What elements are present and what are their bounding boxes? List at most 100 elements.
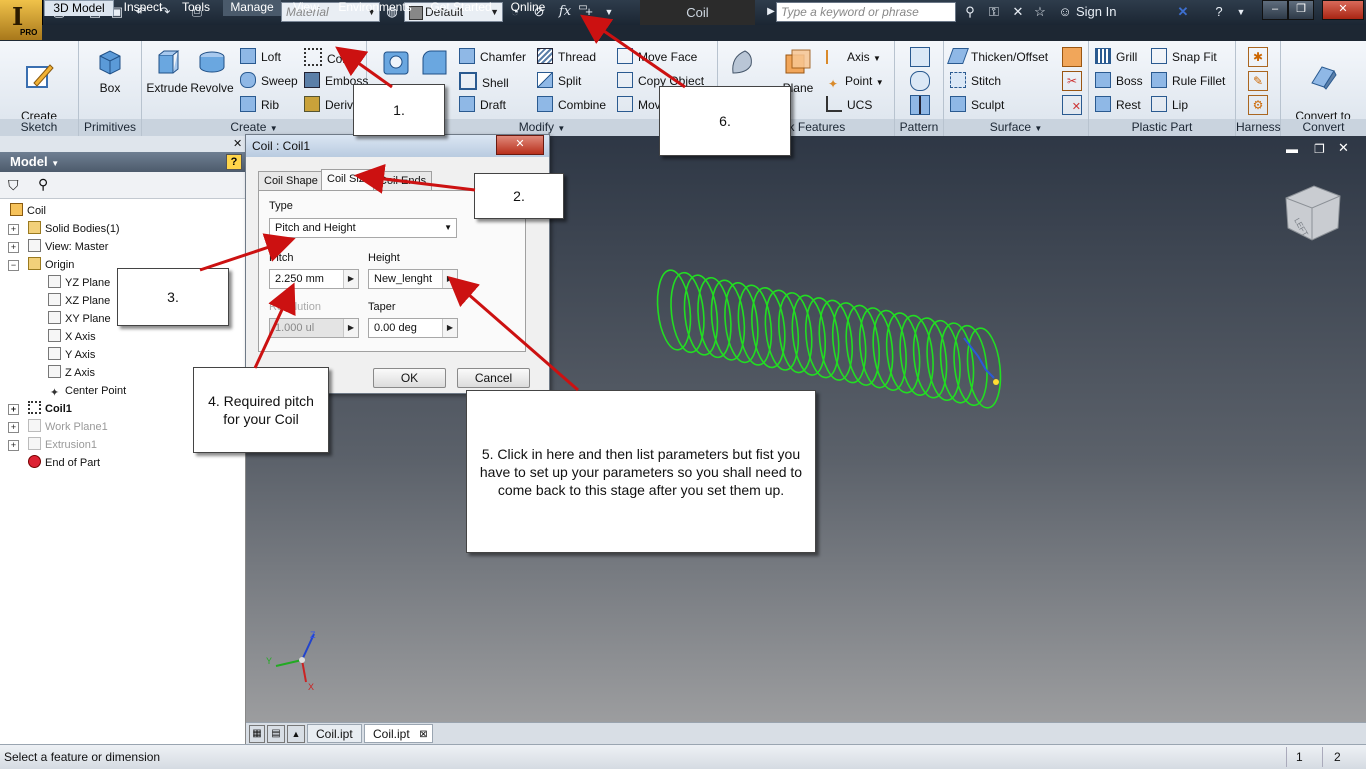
tab-online[interactable]: Online <box>504 0 552 16</box>
harness-icon-1[interactable]: ✱ <box>1248 47 1268 67</box>
customize-dropdown-icon[interactable]: ▼ <box>600 3 618 21</box>
browser-header[interactable]: Model ▼ ? <box>0 152 245 172</box>
tile-windows-icon[interactable]: ▦ <box>249 725 265 743</box>
help-icon[interactable]: ? <box>1210 3 1228 21</box>
parameters-fx-icon[interactable]: fx <box>556 3 574 21</box>
tab-manage[interactable]: Manage <box>223 0 281 16</box>
loft-button[interactable]: Loft <box>240 48 281 66</box>
axis-button[interactable]: Axis ▼ <box>826 48 881 66</box>
type-dropdown[interactable]: Pitch and Height ▼ <box>269 218 457 238</box>
tab-coil-shape[interactable]: Coil Shape <box>258 171 324 191</box>
help-search-input[interactable]: Type a keyword or phrase <box>776 2 956 22</box>
tree-node-x-axis[interactable]: X Axis <box>48 328 96 346</box>
patch-icon[interactable] <box>1062 47 1082 67</box>
minimize-button[interactable]: – <box>1262 0 1288 20</box>
viewcube[interactable]: LEFT <box>1278 180 1350 246</box>
harness-icon-3[interactable]: ⚙ <box>1248 95 1268 115</box>
collapse-icon[interactable]: − <box>8 260 19 271</box>
ribbon-minimize-icon[interactable]: ▭ <box>574 0 592 16</box>
viewport-minimize-icon[interactable]: ▬ <box>1286 142 1298 156</box>
sign-in-link[interactable]: Sign In <box>1076 4 1116 19</box>
user-icon[interactable]: ☺ <box>1056 3 1074 21</box>
sweep-button[interactable]: Sweep <box>240 72 298 90</box>
cancel-button[interactable]: Cancel <box>457 368 530 388</box>
tools-icon[interactable]: ✕ <box>1009 3 1027 21</box>
key-icon[interactable]: ⚿ <box>985 3 1003 21</box>
document-tab-1[interactable]: Coil.ipt <box>307 724 362 743</box>
draft-button[interactable]: Draft <box>459 96 506 114</box>
tab-coil-size[interactable]: Coil Size <box>321 169 377 191</box>
rule-fillet-button[interactable]: Rule Fillet <box>1151 72 1225 90</box>
point-button[interactable]: ✦ Point ▼ <box>826 72 884 91</box>
help-dropdown-icon[interactable]: ▼ <box>1232 3 1250 21</box>
tab-view[interactable]: View <box>284 0 328 16</box>
tab-inspect[interactable]: Inspect <box>117 0 169 16</box>
revolve-button[interactable]: Revolve <box>190 47 234 95</box>
sculpt-button[interactable]: Sculpt <box>950 96 1004 114</box>
exchange-icon[interactable]: ✕ <box>1174 3 1192 21</box>
derive-button[interactable]: Derive <box>304 96 360 114</box>
rest-button[interactable]: Rest <box>1095 96 1141 114</box>
tab-environments[interactable]: Environments <box>332 0 418 16</box>
thicken-offset-button[interactable]: Thicken/Offset <box>947 48 1048 66</box>
expand-icon[interactable]: + <box>8 242 19 253</box>
ucs-button[interactable]: UCS <box>826 96 872 114</box>
tree-node-xy-plane[interactable]: XY Plane <box>48 310 111 328</box>
tree-node-work-plane1[interactable]: + Work Plane1 <box>8 418 108 436</box>
freeform-button[interactable] <box>722 47 762 81</box>
split-button[interactable]: Split <box>537 72 581 90</box>
trim-icon[interactable]: ✂ <box>1062 71 1082 91</box>
box-button[interactable]: Box <box>87 47 133 95</box>
cascade-windows-icon[interactable]: ▤ <box>267 725 285 743</box>
tree-node-coil1[interactable]: + Coil1 <box>8 400 72 418</box>
tree-node-yz-plane[interactable]: YZ Plane <box>48 274 110 292</box>
tree-node-view-master[interactable]: + View: Master <box>8 238 108 256</box>
dialog-close-button[interactable]: ✕ <box>496 135 544 155</box>
document-list-icon[interactable]: ▲ <box>287 725 305 743</box>
tree-node-z-axis[interactable]: Z Axis <box>48 364 95 382</box>
taper-input[interactable]: 0.00 deg ▶ <box>368 318 458 338</box>
rectangular-pattern-icon[interactable] <box>910 47 930 67</box>
binoculars-icon[interactable]: ⚲ <box>961 3 979 21</box>
grill-button[interactable]: Grill <box>1095 48 1137 66</box>
lip-button[interactable]: Lip <box>1151 96 1188 114</box>
rib-button[interactable]: Rib <box>240 96 279 114</box>
viewport-restore-icon[interactable]: ❐ <box>1314 142 1325 156</box>
expand-icon[interactable]: + <box>8 224 19 235</box>
stitch-button[interactable]: Stitch <box>950 72 1001 90</box>
close-tab-icon[interactable]: ⊠ <box>419 725 427 744</box>
combine-button[interactable]: Combine <box>537 96 606 114</box>
tree-node-center-point[interactable]: ✦ Center Point <box>48 382 126 400</box>
viewport-close-icon[interactable]: ✕ <box>1338 140 1349 156</box>
ok-button[interactable]: OK <box>373 368 446 388</box>
shell-button[interactable]: Shell <box>459 72 509 90</box>
move-face-button[interactable]: Move Face <box>617 48 697 66</box>
restore-button[interactable]: ❐ <box>1288 0 1314 20</box>
tree-node-y-axis[interactable]: Y Axis <box>48 346 95 364</box>
help-icon[interactable]: ? <box>226 154 242 170</box>
boss-button[interactable]: Boss <box>1095 72 1143 90</box>
application-menu-button[interactable]: I PRO <box>0 0 43 40</box>
close-panel-icon[interactable]: ✕ <box>233 137 242 150</box>
circular-pattern-icon[interactable] <box>910 71 930 91</box>
harness-icon-2[interactable]: ✎ <box>1248 71 1268 91</box>
tree-node-root[interactable]: Coil <box>10 202 46 220</box>
mirror-icon[interactable] <box>910 95 930 115</box>
tab-tools[interactable]: Tools <box>172 0 220 16</box>
expand-icon[interactable]: + <box>8 440 19 451</box>
star-icon[interactable]: ☆ <box>1031 3 1049 21</box>
tab-get-started[interactable]: Get Started <box>424 0 498 16</box>
filter-icon[interactable]: ⛉ <box>8 177 19 194</box>
expand-icon[interactable]: + <box>8 422 19 433</box>
snap-fit-button[interactable]: Snap Fit <box>1151 48 1217 66</box>
document-tab-2[interactable]: Coil.ipt ⊠ <box>364 724 433 743</box>
tree-node-end-of-part[interactable]: End of Part <box>28 454 100 472</box>
expand-icon[interactable]: + <box>8 404 19 415</box>
chamfer-button[interactable]: Chamfer <box>459 48 526 66</box>
find-binoculars-icon[interactable]: ⚲ <box>38 176 48 193</box>
pitch-flyout-icon[interactable]: ▶ <box>343 270 358 288</box>
height-input[interactable]: New_lenght ▶ <box>368 269 458 289</box>
extrude-button[interactable]: Extrude <box>146 47 188 95</box>
tree-node-origin[interactable]: − Origin <box>8 256 74 274</box>
tab-3d-model[interactable]: 3D Model <box>44 0 114 16</box>
